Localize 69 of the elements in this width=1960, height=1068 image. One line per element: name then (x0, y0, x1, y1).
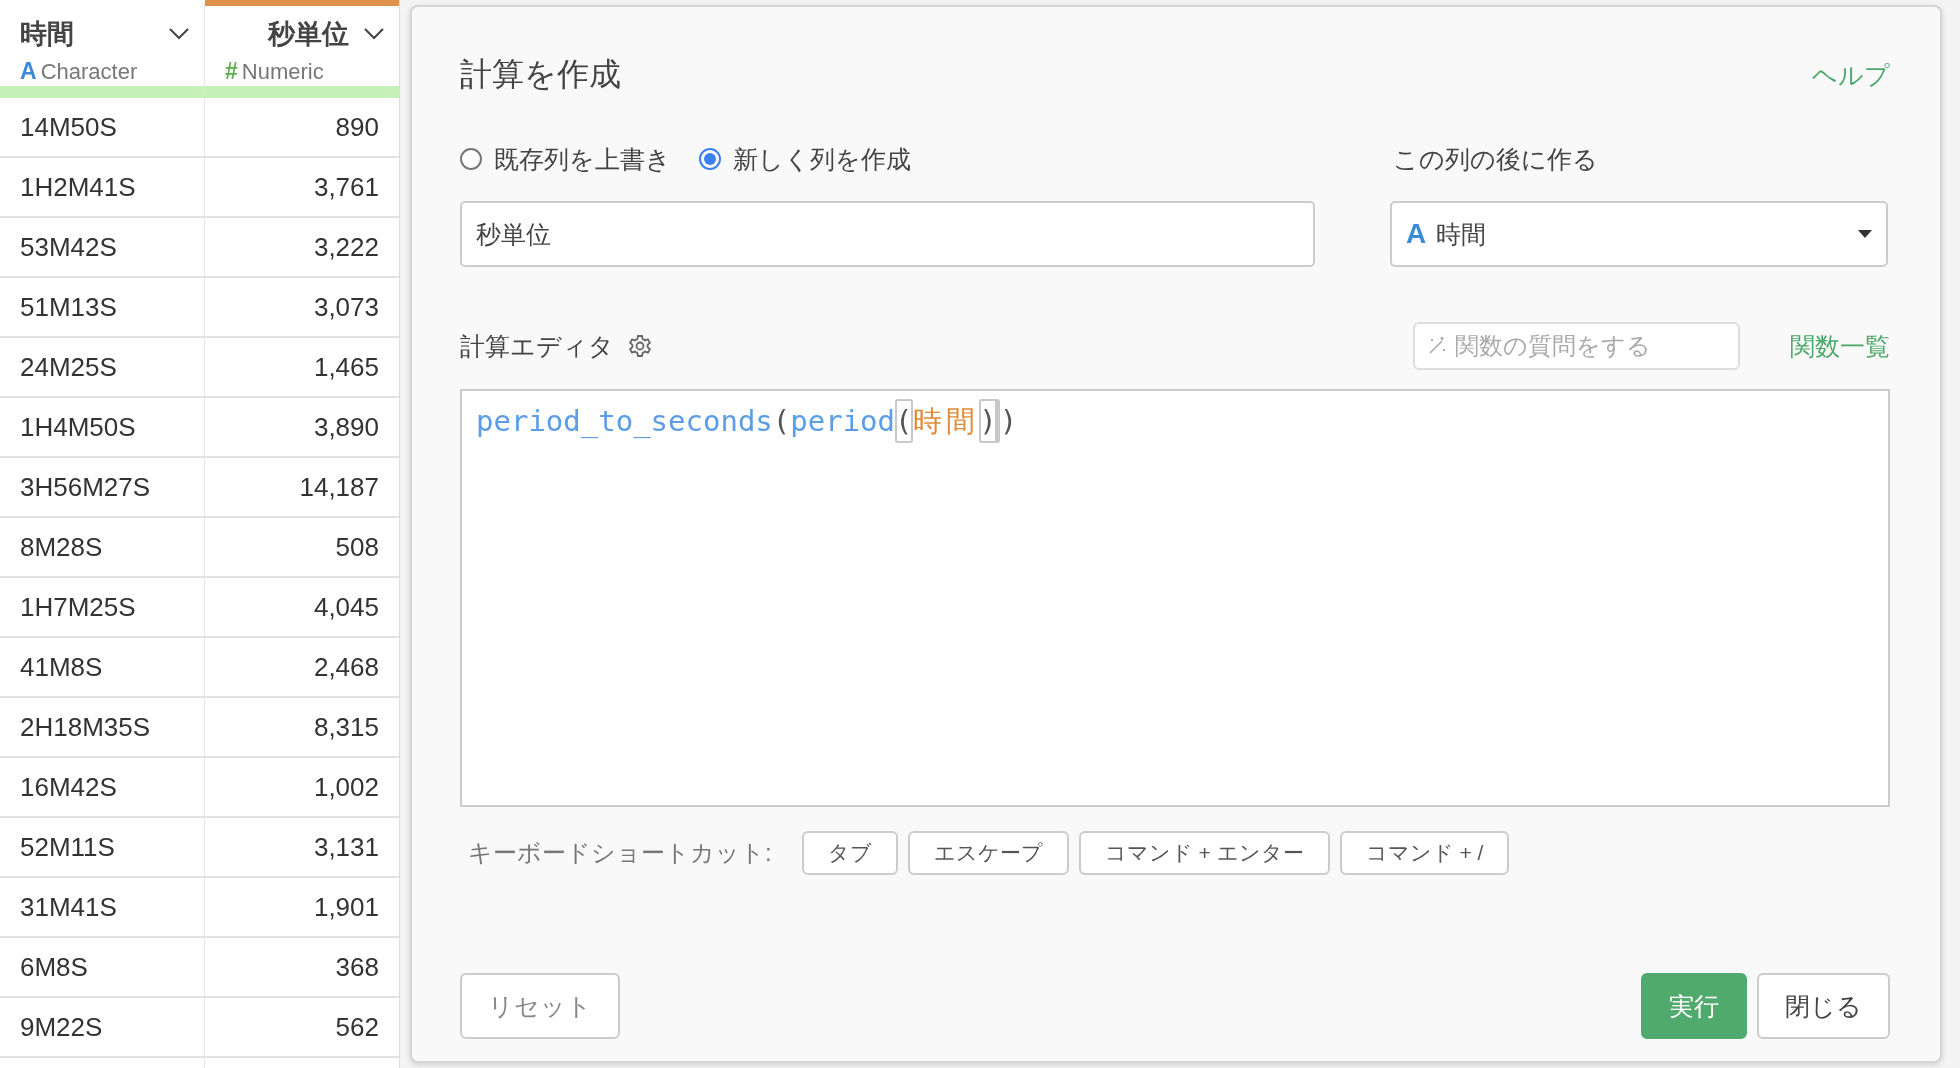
radio-button[interactable] (699, 148, 721, 170)
shortcut-key[interactable]: コマンド + エンター (1078, 831, 1330, 875)
reset-button[interactable]: リセット (460, 973, 620, 1039)
column-header[interactable]: 時間 A Character (0, 0, 205, 98)
table-cell: 14,187 (205, 458, 399, 518)
column-select[interactable]: A 時間 (1390, 201, 1888, 267)
code-token: ) (999, 403, 1018, 440)
code-token: 時間 (912, 403, 980, 440)
caret-icon (1858, 230, 1872, 238)
table-cell: 562 (205, 998, 399, 1058)
table-cell: 52M11S (0, 818, 205, 878)
table-cell: 9M22S (0, 998, 205, 1058)
table-cell: 24M25S (0, 338, 205, 398)
column-name: 時間 (20, 18, 75, 51)
code-editor[interactable]: period_to_seconds(period(時間)) (460, 389, 1890, 807)
editor-label: 計算エディタ (460, 330, 614, 362)
table-cell: 3,761 (205, 158, 399, 218)
code-token: ( (895, 399, 913, 443)
settings-icon[interactable] (628, 334, 652, 358)
column-type: Character (40, 58, 138, 85)
table-cell: 1H7M25S (0, 578, 205, 638)
chevron-down-icon[interactable] (168, 27, 190, 41)
type-icon: A (20, 58, 37, 85)
table-cell: 14M50S (0, 98, 205, 158)
table-cell: 41M8S (0, 638, 205, 698)
field-label: この列の後に作る (1392, 143, 1599, 175)
radio-button[interactable] (460, 148, 482, 170)
table-cell: 3,222 (205, 218, 399, 278)
table-cell: 3H56M27S (0, 458, 205, 518)
table-cell: 2H18M35S (0, 698, 205, 758)
code-token: ( (772, 403, 791, 440)
shortcut-key[interactable]: エスケープ (907, 831, 1069, 875)
table-cell: 4,045 (205, 578, 399, 638)
table-cell: 2,468 (205, 638, 399, 698)
table-cell: 8M28S (0, 518, 205, 578)
table-cell: 1,901 (205, 878, 399, 938)
column-name-input[interactable]: 秒単位 (460, 201, 1315, 267)
code-token: ) (979, 399, 1000, 443)
table-cell: 1,465 (205, 338, 399, 398)
radio-label[interactable]: 既存列を上書き (494, 142, 671, 176)
code-token: period_to_seconds (476, 403, 773, 440)
table-cell: 1H2M41S (0, 158, 205, 218)
chevron-down-icon[interactable] (363, 27, 385, 41)
table-cell: 508 (205, 518, 399, 578)
close-button[interactable]: 閉じる (1757, 973, 1890, 1039)
shortcuts-label: キーボードショートカット: (468, 838, 772, 868)
column-type: Numeric (241, 58, 324, 85)
table-cell: 1,002 (205, 758, 399, 818)
table-cell: 8,315 (205, 698, 399, 758)
shortcut-key[interactable]: タブ (801, 831, 898, 875)
table-cell: 3,890 (205, 398, 399, 458)
magic-wand-icon (1427, 336, 1447, 356)
column-header[interactable]: 秒単位 # Numeric (205, 0, 399, 98)
table-cell: 51M13S (0, 278, 205, 338)
radio-label[interactable]: 新しく列を作成 (733, 142, 911, 176)
shortcut-key[interactable]: コマンド + / (1339, 831, 1510, 875)
table-cell: 6M8S (0, 938, 205, 998)
table-cell: 16M42S (0, 758, 205, 818)
table-cell: 53M42S (0, 218, 205, 278)
table-cell: 1H4M50S (0, 398, 205, 458)
table-cell: 890 (205, 98, 399, 158)
dialog-title: 計算を作成 (460, 55, 622, 94)
table-cell: 3,073 (205, 278, 399, 338)
table-cell: 368 (205, 938, 399, 998)
table-cell: 3,131 (205, 818, 399, 878)
code-token: period (790, 403, 896, 440)
type-icon: # (225, 58, 238, 85)
column-name: 秒単位 (266, 18, 350, 51)
table-cell: 31M41S (0, 878, 205, 938)
